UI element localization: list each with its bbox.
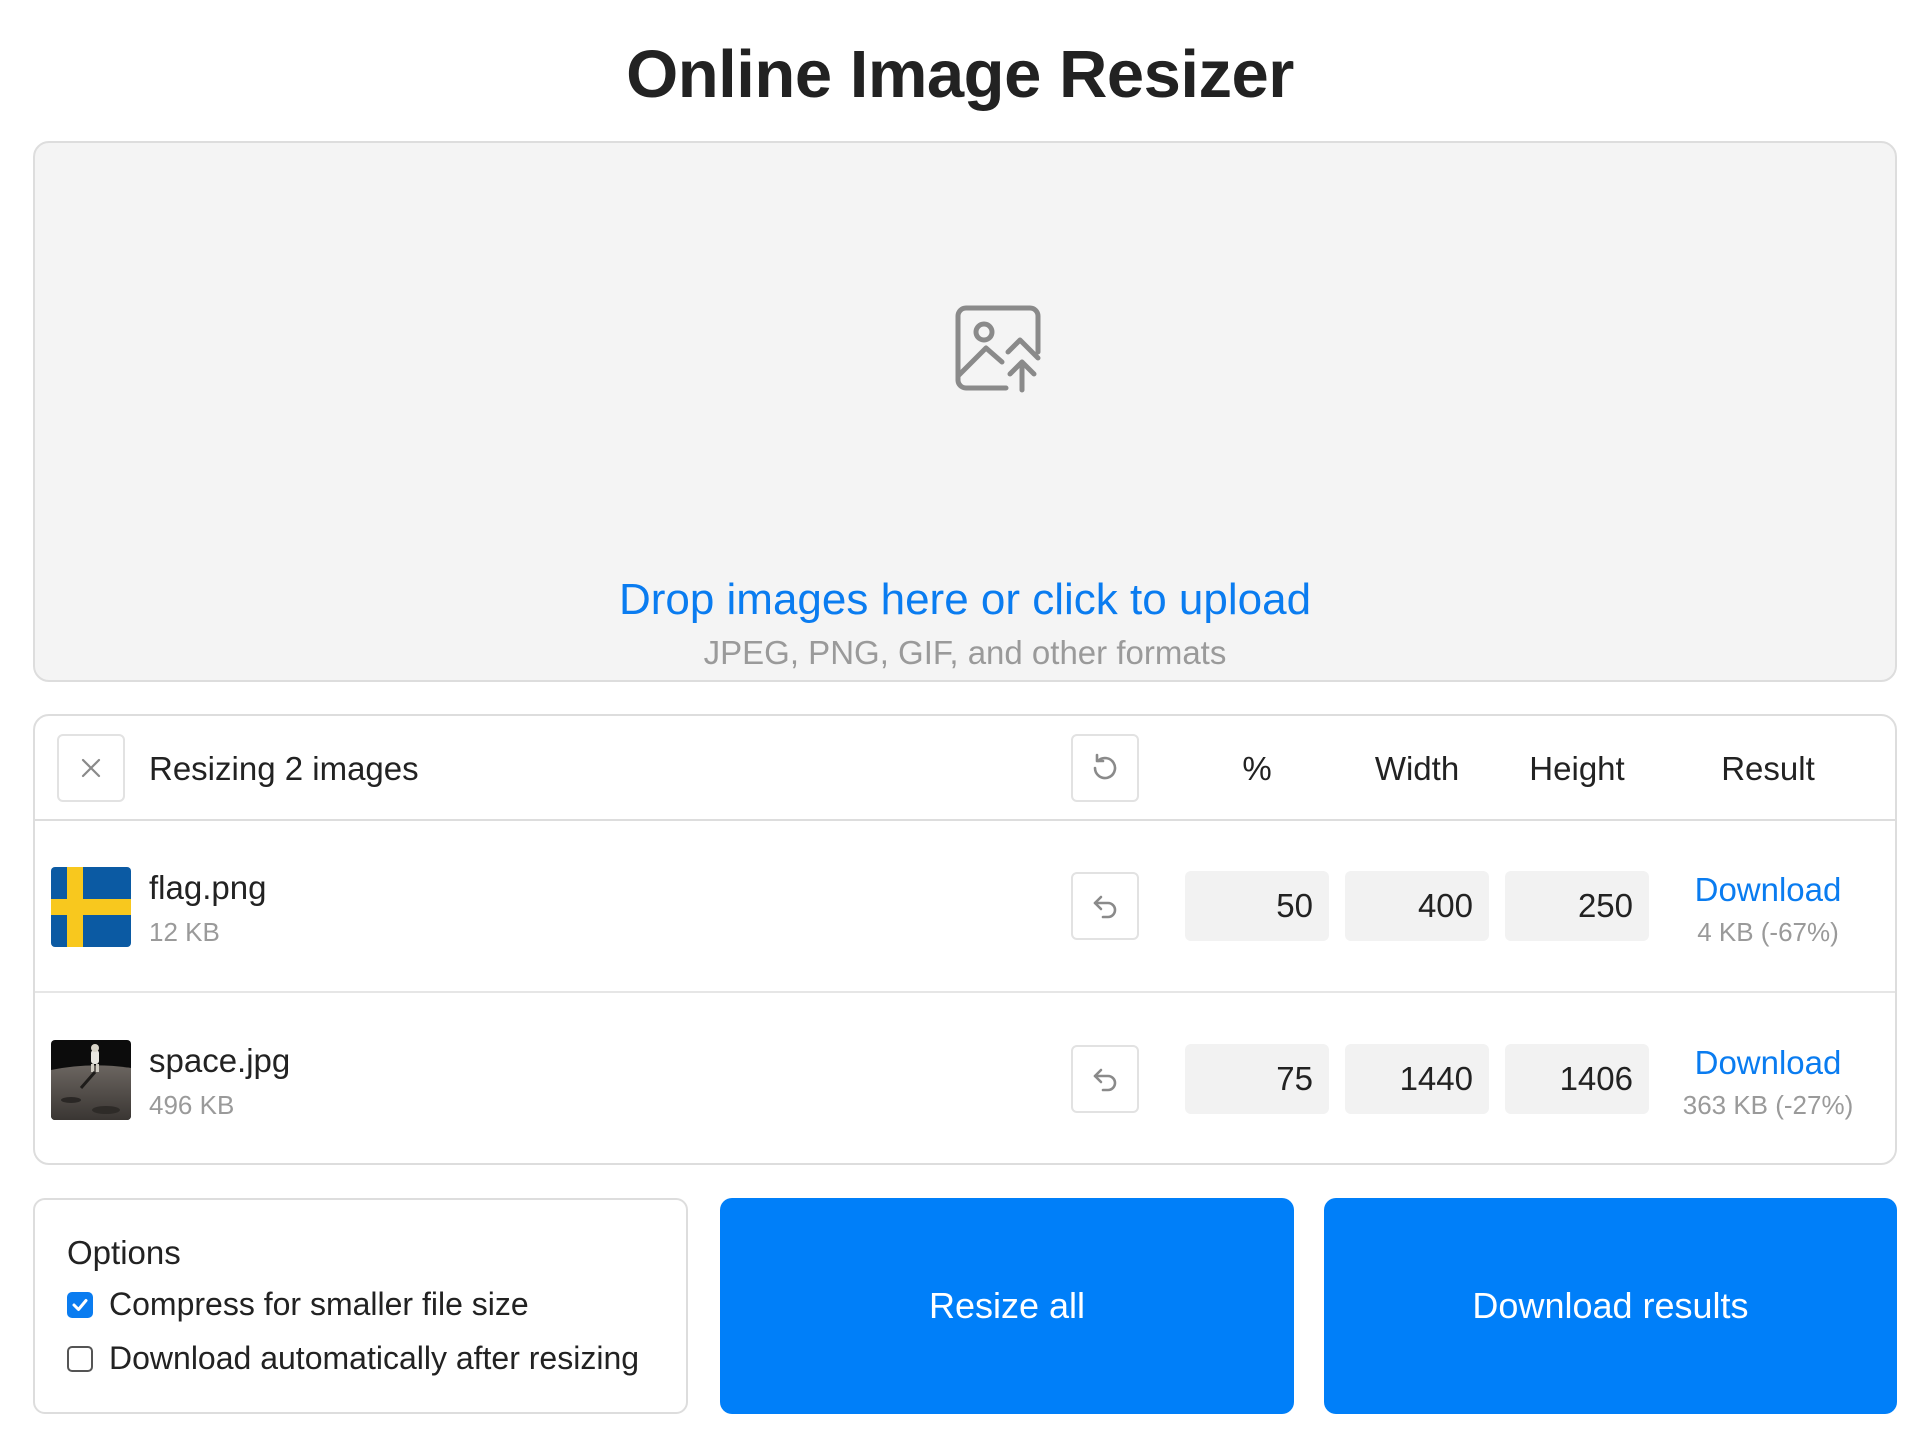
result-size-info: 363 KB (-27%) [1682, 1090, 1854, 1120]
column-header-result: Result [1721, 750, 1815, 787]
resizing-count-label: Resizing 2 images [149, 750, 419, 787]
percent-input[interactable] [1185, 1044, 1329, 1114]
file-thumbnail [51, 867, 131, 947]
download-link[interactable]: Download [1665, 1044, 1871, 1082]
reset-all-button[interactable] [1071, 734, 1139, 802]
page-title: Online Image Resizer [626, 37, 1294, 112]
dropzone-subtitle: JPEG, PNG, GIF, and other formats [703, 634, 1227, 671]
files-panel: Resizing 2 images % Width Height Result … [33, 714, 1897, 1165]
width-input[interactable] [1345, 1044, 1489, 1114]
auto-download-option[interactable]: Download automatically after resizing [67, 1340, 639, 1377]
column-header-width: Width [1374, 750, 1460, 787]
file-row: space.jpg 496 KB Download 363 KB (-27%) [35, 994, 1895, 1163]
height-input[interactable] [1505, 871, 1649, 941]
file-thumbnail [51, 1040, 131, 1120]
dropzone-title[interactable]: Drop images here or click to upload [35, 575, 1895, 625]
file-name: flag.png [149, 869, 267, 906]
close-icon [81, 758, 101, 778]
height-input[interactable] [1505, 1044, 1649, 1114]
result-size-info: 4 KB (-67%) [1697, 917, 1839, 947]
width-input[interactable] [1345, 871, 1489, 941]
undo-row-button[interactable] [1071, 1045, 1139, 1113]
undo-icon [1093, 1068, 1117, 1092]
download-results-button[interactable]: Download results [1324, 1198, 1897, 1414]
clear-all-button[interactable] [57, 734, 125, 802]
swedish-flag-thumbnail [51, 867, 131, 947]
reset-icon [1093, 753, 1117, 780]
auto-download-checkbox[interactable] [67, 1345, 93, 1372]
file-name: space.jpg [149, 1042, 291, 1079]
column-header-percent: % [1242, 750, 1272, 787]
options-title: Options [67, 1234, 181, 1271]
resize-all-button[interactable]: Resize all [720, 1198, 1294, 1414]
options-panel: Options Compress for smaller file size D… [33, 1198, 688, 1414]
file-size: 496 KB [149, 1090, 235, 1120]
image-upload-icon [955, 305, 1041, 393]
column-header-height: Height [1529, 750, 1625, 787]
compress-checkbox[interactable] [67, 1291, 93, 1318]
download-link[interactable]: Download [1665, 871, 1871, 909]
checkmark-icon [72, 1298, 88, 1311]
compress-option-label: Compress for smaller file size [109, 1286, 529, 1322]
undo-row-button[interactable] [1071, 872, 1139, 940]
astronaut-moon-thumbnail [51, 1040, 131, 1120]
files-panel-header: Resizing 2 images % Width Height Result [35, 716, 1895, 821]
upload-dropzone[interactable]: Drop images here or click to upload JPEG… [33, 141, 1897, 682]
auto-download-option-label: Download automatically after resizing [109, 1340, 640, 1376]
undo-icon [1093, 895, 1117, 919]
compress-option[interactable]: Compress for smaller file size [67, 1286, 529, 1323]
percent-input[interactable] [1185, 871, 1329, 941]
file-row: flag.png 12 KB Download 4 KB (-67%) [35, 821, 1895, 993]
file-size: 12 KB [149, 917, 220, 947]
